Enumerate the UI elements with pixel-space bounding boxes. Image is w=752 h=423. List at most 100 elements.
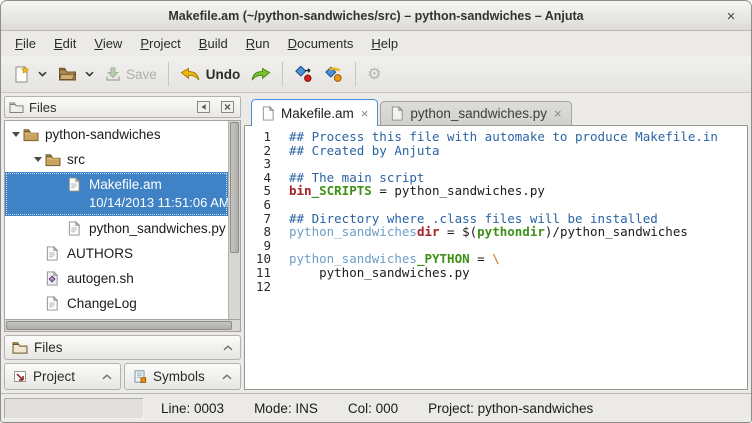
undo-label: Undo [206,67,241,82]
code-line-11[interactable]: 11 python_sandwiches.py [245,266,747,280]
code-line-12[interactable]: 12 [245,280,747,294]
folder-icon [45,153,62,167]
menu-item-documents[interactable]: Documents [279,33,363,54]
editor-notebook: Makefile.am × python_sandwiches.py × 1##… [244,96,748,390]
code-token: )/python_sandwiches [545,224,688,239]
menu-item-edit[interactable]: Edit [45,33,85,54]
goto-declaration-button[interactable] [319,62,349,87]
chevron-up-icon[interactable] [223,345,233,351]
file-tree-panel: python-sandwiches src Makefile.am10/14/201… [4,120,241,320]
menu-item-project[interactable]: Project [131,33,189,54]
code-token: pythondir [477,224,545,239]
autocomplete-button[interactable]: ⚙ [362,62,386,86]
redo-button[interactable] [245,63,276,86]
tab-close-icon[interactable]: × [554,106,562,121]
status-bar: Line: 0003Mode: INSCol: 000Project: pyth… [1,393,751,422]
code-text: ## Process this file with automake to pr… [289,130,718,144]
tree-item-authors[interactable]: AUTHORS [5,241,228,266]
status-item-3: Project: python-sandwiches [428,401,593,416]
tree-item-changelog[interactable]: ChangeLog [5,291,228,316]
goto-declaration-icon [324,66,344,83]
code-line-1[interactable]: 1## Process this file with automake to p… [245,130,747,144]
tree-item-text: autogen.sh [67,269,134,288]
menu-bar: FileEditViewProjectBuildRunDocumentsHelp [1,31,751,56]
files-bar-label: Files [34,340,217,355]
code-line-4[interactable]: 4## The main script [245,171,747,185]
script-icon [45,271,62,286]
open-file-button[interactable] [53,62,82,86]
tree-item-text: src [67,150,85,169]
line-number: 7 [245,212,271,226]
code-line-5[interactable]: 5bin_SCRIPTS = python_sandwiches.py [245,184,747,198]
open-file-dropdown[interactable] [82,67,97,81]
code-text: python_sandwichesdir = $(pythondir)/pyth… [289,225,688,239]
editor-tab-label: python_sandwiches.py [410,106,547,121]
chevron-down-icon [38,71,47,77]
tab-symbols[interactable]: Symbols [124,363,241,390]
code-line-8[interactable]: 8python_sandwichesdir = $(pythondir)/pyt… [245,225,747,239]
code-text: python_sandwiches_PYTHON = \ [289,252,500,266]
tree-item-text: ChangeLog [67,294,137,313]
line-number: 6 [245,198,271,212]
undo-button[interactable]: Undo [175,63,246,86]
line-number: 4 [245,171,271,185]
chevron-up-icon[interactable] [102,374,112,380]
redo-icon [250,67,271,82]
line-number: 9 [245,239,271,253]
editor-tabstrip: Makefile.am × python_sandwiches.py × [244,96,748,125]
scrollbar-thumb[interactable] [6,321,232,330]
statusbar-items: Line: 0003Mode: INSCol: 000Project: pyth… [161,401,593,416]
files-panel-icon [9,101,24,114]
menu-item-help[interactable]: Help [362,33,407,54]
file-tree: python-sandwiches src Makefile.am10/14/201… [5,122,228,319]
tree-item-makefile.am[interactable]: Makefile.am10/14/2013 11:51:06 AM [5,172,228,216]
tab-close-icon[interactable]: × [361,106,369,121]
expander-open-icon[interactable] [9,128,23,141]
dock-iconify-button[interactable] [195,100,212,114]
tree-item-src[interactable]: src [5,147,228,172]
menu-item-view[interactable]: View [85,33,131,54]
open-file-icon [58,66,77,82]
tree-item-label: src [67,150,85,169]
save-label: Save [126,67,157,82]
code-line-2[interactable]: 2## Created by Anjuta [245,144,747,158]
editor-tab-python-sandwiches-py[interactable]: python_sandwiches.py × [380,101,571,125]
code-token: \ [492,251,500,266]
chevron-up-icon[interactable] [222,374,232,380]
goto-definition-button[interactable] [289,62,319,87]
tree-item-autogen.sh[interactable]: autogen.sh [5,266,228,291]
menu-item-file[interactable]: File [6,33,45,54]
save-button[interactable]: Save [100,62,162,86]
window-close-icon[interactable]: × [720,5,742,27]
new-file-button[interactable] [8,61,35,87]
tree-item-python_sandwiches.py[interactable]: python_sandwiches.py [5,216,228,241]
code-line-7[interactable]: 7## Directory where .class files will be… [245,212,747,226]
tree-item-text: python-sandwiches [45,125,161,144]
new-file-icon [13,65,30,83]
file-icon [67,177,84,192]
dock-close-button[interactable] [219,100,236,114]
line-number: 11 [245,266,271,280]
menu-item-build[interactable]: Build [190,33,237,54]
code-line-3[interactable]: 3 [245,157,747,171]
files-dock-title: Files [29,100,188,115]
files-collapsed-bar[interactable]: Files [4,335,241,360]
code-token: dir [417,224,440,239]
scrollbar-thumb[interactable] [230,122,239,253]
code-line-10[interactable]: 10python_sandwiches_PYTHON = \ [245,252,747,266]
code-editor[interactable]: 1## Process this file with automake to p… [244,125,748,390]
undo-icon [180,67,201,82]
tab-project[interactable]: Project [4,363,121,390]
tree-item-date: 10/14/2013 11:51:06 AM [89,194,226,211]
code-line-9[interactable]: 9 [245,239,747,253]
code-line-6[interactable]: 6 [245,198,747,212]
tree-horizontal-scrollbar[interactable] [4,320,241,332]
new-file-dropdown[interactable] [35,67,50,81]
menu-item-run[interactable]: Run [237,33,279,54]
tree-item-python-sandwiches[interactable]: python-sandwiches [5,122,228,147]
main-area: Files python-sandwiches src Makefile.am10/… [1,93,751,393]
editor-tab-makefile-am[interactable]: Makefile.am × [251,99,378,126]
tree-vertical-scrollbar[interactable] [228,121,240,319]
expander-open-icon[interactable] [31,153,45,166]
document-icon [390,106,404,121]
